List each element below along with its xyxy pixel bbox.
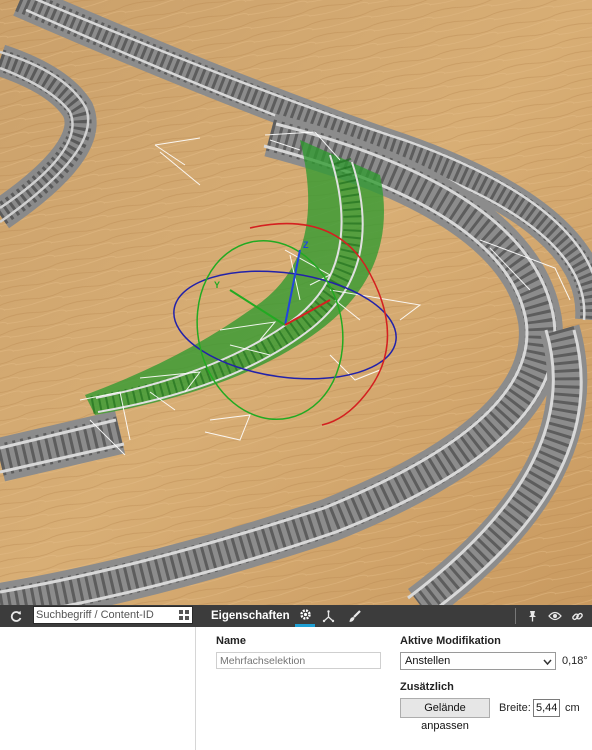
link-icon[interactable] — [567, 605, 587, 627]
width-field[interactable] — [533, 699, 560, 717]
gear-icon[interactable] — [295, 605, 315, 627]
active-modification-value: Anstellen — [405, 655, 451, 667]
angle-readout: 0,18° — [562, 655, 588, 667]
active-modification-label: Aktive Modifikation — [400, 635, 501, 647]
eye-icon[interactable] — [545, 605, 565, 627]
toolbar-divider — [515, 608, 516, 624]
grid-icon[interactable] — [178, 609, 190, 621]
gizmo-y-label: Y — [214, 280, 220, 290]
name-label: Name — [216, 635, 246, 647]
name-field[interactable] — [216, 652, 381, 669]
properties-panel — [196, 627, 592, 750]
search-box — [33, 606, 193, 624]
additional-label: Zusätzlich — [400, 681, 454, 693]
refresh-icon[interactable] — [6, 605, 26, 627]
width-unit-label: cm — [565, 702, 580, 714]
active-modification-select[interactable]: Anstellen — [400, 652, 556, 670]
tab-eigenschaften[interactable]: Eigenschaften — [211, 605, 290, 627]
gizmo-z-label: Z — [303, 240, 309, 250]
brush-icon[interactable] — [344, 605, 364, 627]
pin-icon[interactable] — [523, 605, 541, 627]
axes-icon[interactable] — [318, 605, 338, 627]
content-list-panel — [0, 627, 196, 750]
adjust-terrain-button[interactable]: Gelände anpassen — [400, 698, 490, 732]
3d-viewport[interactable]: Z Y — [0, 0, 592, 605]
width-label: Breite: — [499, 702, 531, 714]
chevron-down-icon — [543, 657, 552, 669]
search-input[interactable] — [36, 607, 174, 623]
